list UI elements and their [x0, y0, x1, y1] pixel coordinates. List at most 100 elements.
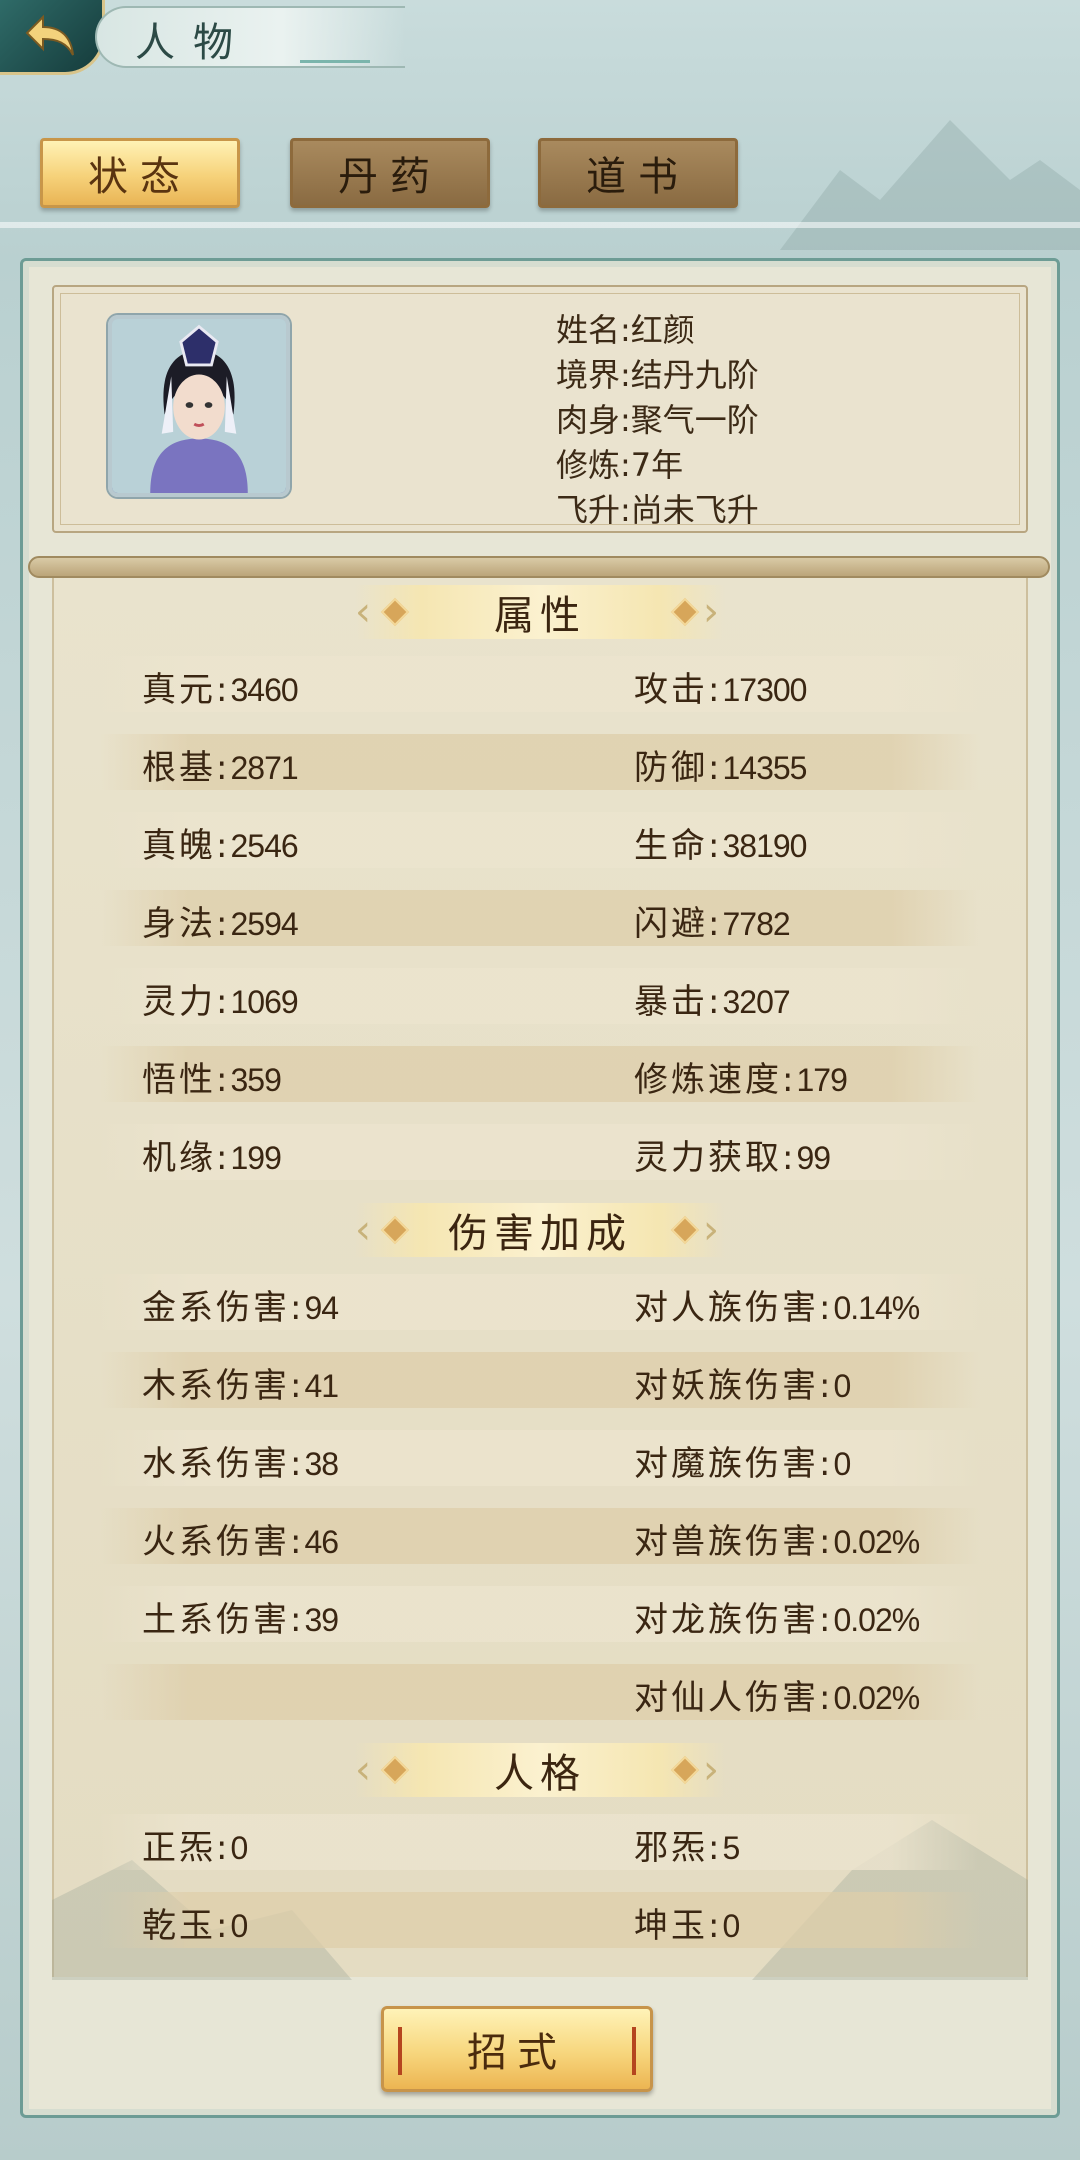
diamond-icon — [380, 1755, 410, 1785]
stat-label: 对兽族伤害: — [634, 1522, 834, 1562]
stat-attributes-4-1: 暴击:3207 — [634, 974, 791, 1023]
stat-attributes-2-1: 生命:38190 — [634, 818, 807, 867]
hills-decoration — [52, 1820, 1028, 1980]
stat-label: 土系伤害: — [142, 1600, 305, 1640]
stat-label: 生命: — [634, 826, 723, 866]
stat-attributes-1-0: 根基:2871 — [142, 740, 299, 789]
skills-button[interactable]: 招式 — [381, 2006, 653, 2092]
stat-label: 对妖族伤害: — [634, 1366, 834, 1406]
stat-label: 身法: — [142, 904, 231, 944]
stat-damage-2-0: 水系伤害:38 — [142, 1436, 339, 1485]
stat-attributes-5-0: 悟性:359 — [142, 1052, 282, 1101]
stat-value: 3460 — [230, 672, 298, 708]
mountain-decoration — [780, 120, 1080, 250]
stat-label: 金系伤害: — [142, 1288, 305, 1328]
stat-personality-0-1: 邪炁:5 — [634, 1820, 740, 1869]
stat-label: 对仙人伤害: — [634, 1678, 834, 1718]
stat-value: 0.14% — [833, 1290, 920, 1326]
diamond-icon — [670, 597, 700, 627]
section-personality-header: ‹ 人格 › — [355, 1743, 725, 1797]
stat-damage-4-0: 土系伤害:39 — [142, 1592, 339, 1641]
stat-value: 0 — [230, 1830, 248, 1866]
stat-damage-3-0: 火系伤害:46 — [142, 1514, 339, 1563]
stat-value: 3207 — [722, 984, 790, 1020]
stat-label: 邪炁: — [634, 1828, 723, 1868]
stat-value: 359 — [230, 1062, 281, 1098]
stat-value: 99 — [796, 1140, 831, 1176]
stat-label: 灵力: — [142, 982, 231, 1022]
title-underline — [300, 60, 370, 63]
stat-value: 17300 — [722, 672, 807, 708]
stat-attributes-6-1: 灵力获取:99 — [634, 1130, 831, 1179]
tab-pills[interactable]: 丹药 — [290, 138, 490, 208]
stat-damage-0-1: 对人族伤害:0.14% — [634, 1280, 920, 1329]
stat-label: 对龙族伤害: — [634, 1600, 834, 1640]
button-ornament — [632, 2027, 636, 2075]
stat-value: 2871 — [230, 750, 298, 786]
skills-button-label: 招式 — [467, 2030, 567, 2076]
character-portrait-icon — [112, 319, 286, 493]
stat-value: 94 — [304, 1290, 339, 1326]
top-bar: 人物 — [0, 0, 1080, 80]
section-title: 人格 — [494, 1751, 586, 1797]
profile-realm: 境界:结丹九阶 — [556, 356, 759, 394]
section-title: 伤害加成 — [448, 1211, 632, 1257]
back-button[interactable] — [0, 0, 105, 75]
stat-label: 悟性: — [142, 1060, 231, 1100]
profile-body: 肉身:聚气一阶 — [556, 401, 759, 439]
stat-damage-2-1: 对魔族伤害:0 — [634, 1436, 851, 1485]
stat-value: 179 — [796, 1062, 847, 1098]
tab-books[interactable]: 道书 — [538, 138, 738, 208]
stat-damage-1-0: 木系伤害:41 — [142, 1358, 339, 1407]
stat-label: 坤玉: — [634, 1906, 723, 1946]
stat-attributes-6-0: 机缘:199 — [142, 1130, 282, 1179]
stat-attributes-1-1: 防御:14355 — [634, 740, 807, 789]
stat-label: 对人族伤害: — [634, 1288, 834, 1328]
chevron-right-icon: › — [703, 589, 725, 635]
profile-ascension: 飞升:尚未飞升 — [556, 491, 759, 529]
stat-personality-1-0: 乾玉:0 — [142, 1898, 248, 1947]
stat-value: 39 — [304, 1602, 339, 1638]
stat-value: 38 — [304, 1446, 339, 1482]
stat-attributes-5-1: 修炼速度:179 — [634, 1052, 848, 1101]
tab-status[interactable]: 状态 — [40, 138, 240, 208]
diamond-icon — [380, 1215, 410, 1245]
stat-value: 0 — [722, 1908, 740, 1944]
stat-value: 41 — [304, 1368, 339, 1404]
stat-label: 乾玉: — [142, 1906, 231, 1946]
stat-value: 199 — [230, 1140, 281, 1176]
stat-label: 攻击: — [634, 670, 723, 710]
stat-label: 水系伤害: — [142, 1444, 305, 1484]
page-title: 人物 — [135, 20, 251, 66]
chevron-left-icon: ‹ — [355, 589, 377, 635]
stat-damage-0-0: 金系伤害:94 — [142, 1280, 339, 1329]
stat-value: 0.02% — [833, 1602, 920, 1638]
stat-label: 暴击: — [634, 982, 723, 1022]
stat-value: 2594 — [230, 906, 298, 942]
stat-personality-0-0: 正炁:0 — [142, 1820, 248, 1869]
section-title: 属性 — [494, 593, 586, 639]
stat-value: 46 — [304, 1524, 339, 1560]
chevron-right-icon: › — [703, 1747, 725, 1793]
stat-label: 灵力获取: — [634, 1138, 797, 1178]
stat-value: 2546 — [230, 828, 298, 864]
section-damage-header: ‹ 伤害加成 › — [355, 1203, 725, 1257]
diamond-icon — [670, 1755, 700, 1785]
stat-attributes-0-1: 攻击:17300 — [634, 662, 807, 711]
avatar[interactable] — [108, 315, 290, 497]
stat-value: 0 — [230, 1908, 248, 1944]
stat-label: 正炁: — [142, 1828, 231, 1868]
stat-label: 修炼速度: — [634, 1060, 797, 1100]
stat-label: 防御: — [634, 748, 723, 788]
stat-personality-1-1: 坤玉:0 — [634, 1898, 740, 1947]
stat-value: 0.02% — [833, 1680, 920, 1716]
stat-label: 真元: — [142, 670, 231, 710]
stat-value: 38190 — [722, 828, 807, 864]
stat-value: 14355 — [722, 750, 807, 786]
button-ornament — [398, 2027, 402, 2075]
stat-label: 对魔族伤害: — [634, 1444, 834, 1484]
diamond-icon — [380, 597, 410, 627]
section-attributes-header: ‹ 属性 › — [355, 585, 725, 639]
stat-damage-4-1: 对龙族伤害:0.02% — [634, 1592, 920, 1641]
profile-name: 姓名:红颜 — [556, 311, 695, 349]
